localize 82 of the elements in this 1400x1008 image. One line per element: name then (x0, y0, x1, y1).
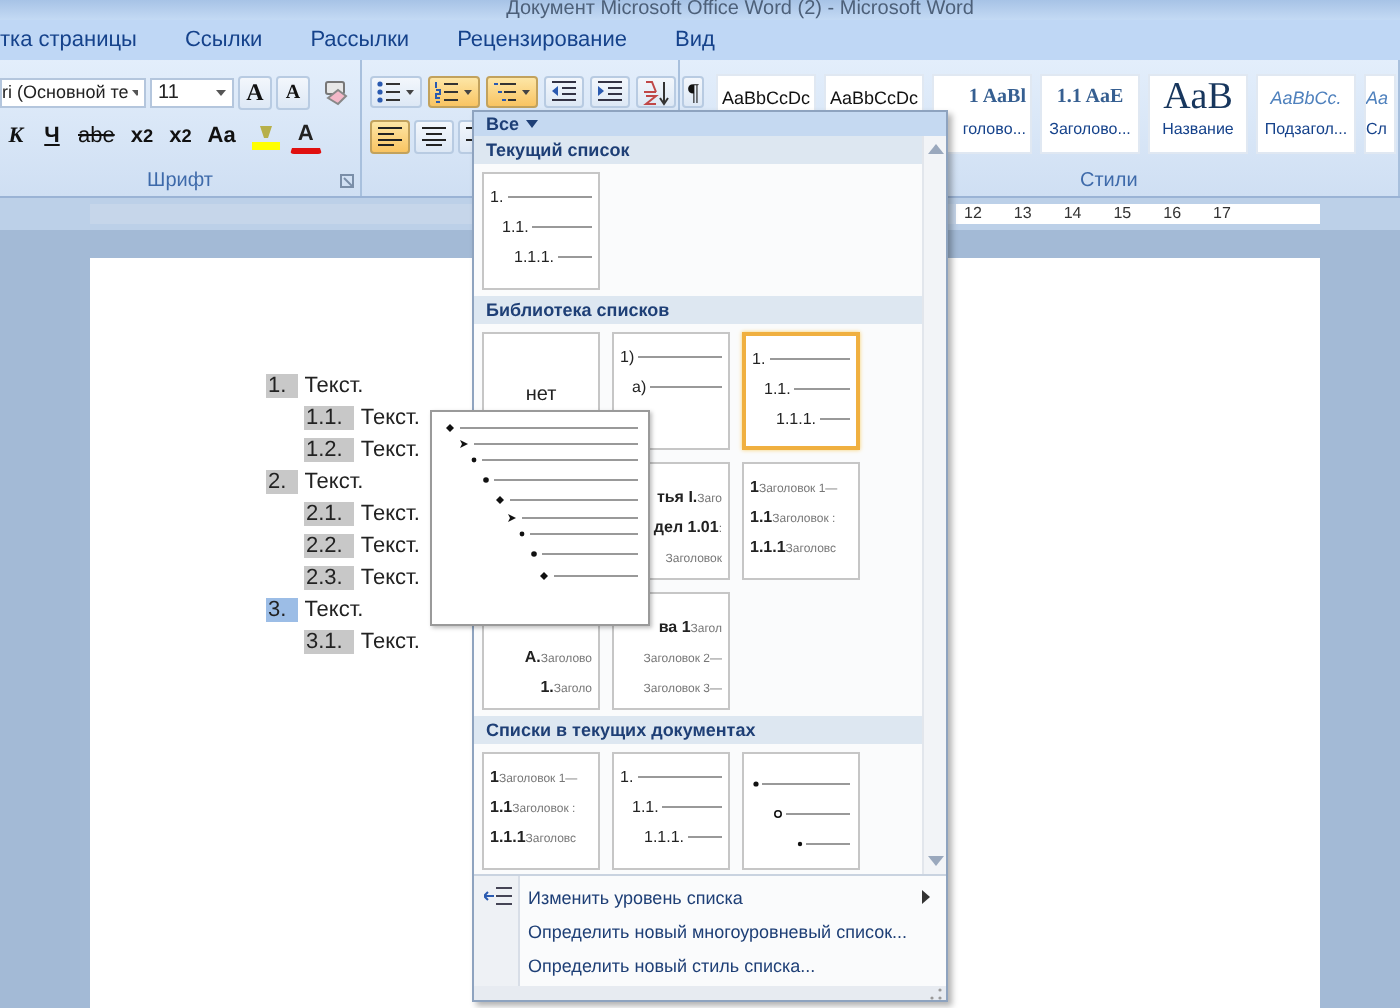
indent-button[interactable] (590, 76, 630, 108)
section-heading: Библиотека списков (486, 300, 670, 320)
list-text: Текст. (360, 566, 420, 590)
ribbon-tab[interactable]: тка страницы (0, 22, 161, 58)
formatting-marks-button[interactable]: ¶ (682, 76, 705, 108)
list-text: Текст. (304, 374, 364, 398)
sort-button[interactable] (636, 76, 676, 108)
list-number: 2.1. (304, 502, 355, 526)
list-text: Текст. (360, 630, 420, 654)
sort-icon (642, 79, 670, 105)
font-name-field[interactable]: ri (Основной те (0, 77, 146, 107)
list-number: 2.3. (304, 566, 355, 590)
section-heading: Списки в текущих документах (486, 720, 756, 740)
list-style-tile[interactable]: 1.1.1.1.1.1. (612, 752, 730, 870)
caret-icon (216, 89, 226, 95)
format-button[interactable]: abe (72, 119, 121, 153)
list-style-tile[interactable] (742, 752, 860, 870)
list-number: 3.1. (304, 630, 355, 654)
align-left-icon (378, 126, 402, 146)
ruler-number: 17 (1213, 204, 1231, 224)
indent-icon (596, 80, 624, 104)
style-tile[interactable]: AaBbCc. Подзагол... (1256, 74, 1356, 154)
eraser-icon[interactable] (322, 79, 350, 105)
grow-font-button[interactable]: A (238, 75, 272, 109)
caret-icon (525, 120, 538, 128)
align-center-icon (422, 126, 446, 146)
ruler-number: 13 (1013, 204, 1032, 224)
outdent-icon (550, 80, 578, 104)
filter-dropdown[interactable]: Все (474, 112, 946, 136)
list-number: 2. (266, 470, 299, 494)
shrink-font-button[interactable]: A (276, 75, 310, 109)
align-left-button[interactable] (370, 119, 410, 153)
submenu-arrow-icon (922, 890, 930, 904)
ribbon-tab[interactable]: Ссылки (160, 22, 287, 58)
style-tile[interactable]: 1.1 AaE Заголово... (1040, 74, 1140, 154)
ruler-number: 12 (964, 204, 982, 224)
dialog-launcher-icon[interactable] (340, 174, 354, 188)
list-number: 1. (266, 374, 299, 398)
bulleted-list-icon (376, 80, 416, 104)
ribbon-tab[interactable]: Рецензирование (433, 22, 652, 58)
menu-item[interactable]: Изменить уровень списка (520, 887, 743, 907)
list-style-tile[interactable]: 1.1.1. 1.1.1. (482, 172, 600, 290)
list-number: 2.2. (304, 534, 355, 558)
marker-pen-icon (251, 123, 280, 149)
ribbon-tab[interactable]: Рассылки (286, 22, 434, 58)
group-label: Стили (1080, 170, 1138, 192)
multilevel-list-icon (492, 80, 532, 104)
style-tile[interactable]: AaB Название (1148, 74, 1248, 154)
ruler-number: 16 (1163, 204, 1182, 224)
outdent-button[interactable] (544, 76, 584, 108)
numbered-list-icon (434, 80, 474, 104)
list-level-icon (483, 886, 511, 908)
menu-item[interactable]: Определить новый стиль списка... (520, 955, 816, 975)
ribbon-tab[interactable]: Вид (651, 22, 739, 58)
list-text: Текст. (360, 438, 420, 462)
window-title: Документ Microsoft Office Word (2) - Microsoft Word (506, 0, 974, 20)
bullets-button[interactable] (370, 76, 422, 108)
ruler-number: 15 (1113, 204, 1132, 224)
format-button[interactable]: Ч (36, 119, 68, 153)
list-text: Текст. (360, 534, 420, 558)
numbering-button[interactable] (428, 76, 480, 108)
list-style-tile[interactable]: 1.1.1. 1.1.1. (742, 332, 860, 450)
section-heading: Текущий список (486, 140, 630, 160)
format-button[interactable]: К (0, 119, 32, 153)
list-text: Текст. (360, 502, 420, 526)
format-button[interactable]: Aa (201, 119, 242, 153)
group-label: Шрифт (147, 170, 213, 192)
menu-item[interactable]: Определить новый многоуровневый список... (520, 921, 908, 941)
multilevel-button[interactable] (486, 76, 538, 108)
resize-grip-icon[interactable] (928, 986, 942, 1000)
list-number: 3. (266, 598, 299, 622)
style-tile[interactable]: 1 AaBl головo... (932, 74, 1032, 154)
list-text: Текст. (304, 470, 364, 494)
list-number: 1.1. (304, 406, 355, 430)
list-number: 1.2. (304, 438, 355, 462)
caret-icon (132, 89, 138, 95)
format-button[interactable]: A (289, 119, 322, 153)
list-text: Текст. (304, 598, 364, 622)
font-size-field[interactable]: 11 (150, 77, 234, 107)
align-center-button[interactable] (414, 119, 454, 153)
list-text: Текст. (360, 406, 420, 430)
ruler-number: 14 (1063, 204, 1082, 224)
